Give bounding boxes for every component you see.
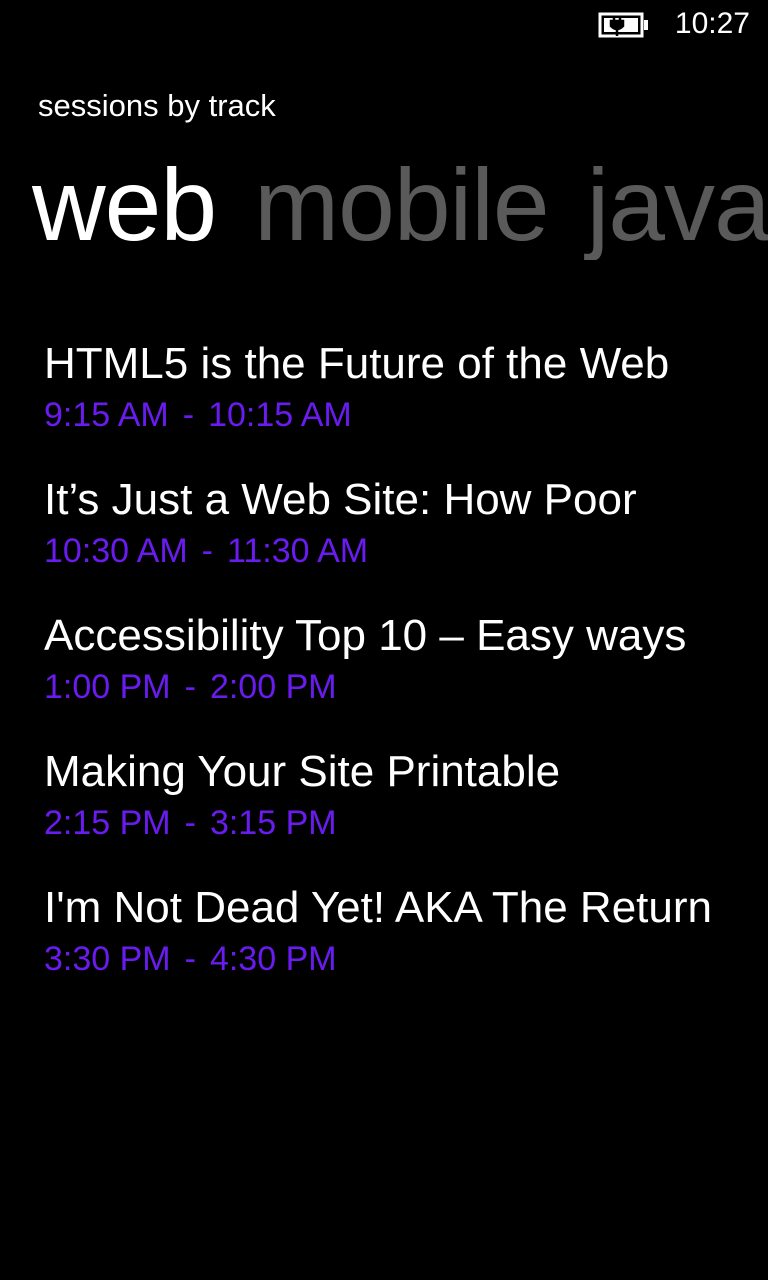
- time-separator: -: [182, 396, 195, 434]
- session-start-time: 1:00 PM: [44, 668, 171, 706]
- session-end-time: 4:30 PM: [209, 940, 337, 978]
- pivot-tab-web[interactable]: web: [32, 150, 217, 260]
- pivot-tab-java[interactable]: java: [587, 150, 768, 260]
- pivot-tab-mobile[interactable]: mobile: [254, 150, 549, 260]
- session-time: 2:15 PM -3:15 PM: [44, 801, 714, 845]
- session-end-time: 3:15 PM: [209, 804, 337, 842]
- session-end-time: 11:30 AM: [226, 532, 369, 570]
- battery-charging-icon: [598, 12, 648, 38]
- session-time: 9:15 AM -10:15 AM: [44, 393, 714, 437]
- session-start-time: 10:30 AM: [44, 532, 188, 570]
- session-start-time: 3:30 PM: [44, 940, 171, 978]
- session-time: 10:30 AM -11:30 AM: [44, 529, 714, 573]
- session-item[interactable]: I'm Not Dead Yet! AKA The Return 3:30 PM…: [44, 879, 714, 1015]
- status-time: 10:27: [674, 7, 750, 40]
- session-start-time: 9:15 AM: [44, 396, 169, 434]
- time-separator: -: [184, 804, 196, 842]
- session-title: Accessibility Top 10 – Easy ways: [44, 611, 687, 660]
- session-end-time: 2:00 PM: [209, 668, 337, 706]
- status-bar: 10:27: [0, 0, 768, 50]
- session-time: 3:30 PM -4:30 PM: [44, 937, 714, 981]
- session-list: HTML5 is the Future of the Web 9:15 AM -1…: [44, 335, 714, 1015]
- session-item[interactable]: It’s Just a Web Site: How Poor 10:30 AM -…: [44, 471, 714, 607]
- app-title: sessions by track: [38, 88, 276, 123]
- session-title: I'm Not Dead Yet! AKA The Return: [44, 883, 712, 932]
- session-time: 1:00 PM -2:00 PM: [44, 665, 714, 709]
- app-screen: 10:27 sessions by track web mobile java HT…: [0, 0, 768, 1280]
- pivot-headers: web mobile java: [32, 150, 768, 260]
- session-title: It’s Just a Web Site: How Poor: [44, 475, 637, 524]
- session-start-time: 2:15 PM: [44, 804, 171, 842]
- session-item[interactable]: Accessibility Top 10 – Easy ways 1:00 PM…: [44, 607, 714, 743]
- session-item[interactable]: Making Your Site Printable 2:15 PM -3:15 …: [44, 743, 714, 879]
- time-separator: -: [184, 668, 196, 706]
- time-separator: -: [201, 532, 213, 570]
- session-end-time: 10:15 AM: [208, 396, 352, 434]
- session-title: Making Your Site Printable: [44, 747, 561, 796]
- session-item[interactable]: HTML5 is the Future of the Web 9:15 AM -1…: [44, 335, 714, 471]
- session-title: HTML5 is the Future of the Web: [44, 339, 670, 388]
- time-separator: -: [184, 940, 196, 978]
